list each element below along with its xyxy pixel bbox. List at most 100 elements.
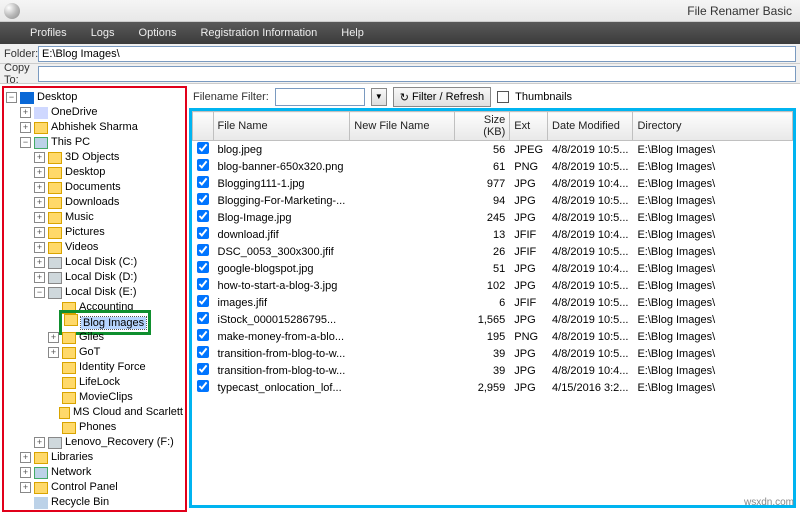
row-checkbox[interactable] [197,227,209,239]
row-checkbox[interactable] [197,244,209,256]
row-checkbox[interactable] [197,142,209,154]
table-row[interactable]: Blogging111-1.jpg977JPG4/8/2019 10:4...E… [193,175,793,192]
cell-size: 56 [455,141,510,159]
tree-ms-cloud[interactable]: MS Cloud and Scarlett [6,405,183,420]
col-size[interactable]: Size (KB) [455,112,510,141]
table-row[interactable]: typecast_onlocation_lof...2,959JPG4/15/2… [193,379,793,396]
folder-icon [62,377,76,389]
menu-help[interactable]: Help [341,27,364,39]
tree-videos[interactable]: +Videos [6,240,183,255]
cell-newfilename [350,311,455,328]
row-checkbox[interactable] [197,210,209,222]
row-checkbox[interactable] [197,295,209,307]
table-row[interactable]: how-to-start-a-blog-3.jpg102JPG4/8/2019 … [193,277,793,294]
row-checkbox[interactable] [197,278,209,290]
menu-registration[interactable]: Registration Information [200,27,317,39]
tree-libraries[interactable]: +Libraries [6,450,183,465]
row-checkbox[interactable] [197,176,209,188]
row-checkbox[interactable] [197,159,209,171]
cell-ext: JPG [510,260,548,277]
filename-filter-input[interactable] [275,88,365,106]
col-ext[interactable]: Ext [510,112,548,141]
menu-profiles[interactable]: Profiles [30,27,67,39]
col-filename[interactable]: File Name [213,112,350,141]
filter-refresh-button[interactable]: ↻Filter / Refresh [393,87,491,107]
folder-icon [48,197,62,209]
tree-lifelock[interactable]: LifeLock [6,375,183,390]
tree-3d-objects[interactable]: +3D Objects [6,150,183,165]
cell-dir: E:\Blog Images\ [633,226,793,243]
table-row[interactable]: iStock_000015286795...1,565JPG4/8/2019 1… [193,311,793,328]
app-logo-icon [4,3,20,19]
tree-onedrive[interactable]: +OneDrive [6,105,183,120]
col-dir[interactable]: Directory [633,112,793,141]
tree-downloads[interactable]: +Downloads [6,195,183,210]
row-checkbox[interactable] [197,363,209,375]
tree-giles[interactable]: +Giles [6,330,183,345]
tree-desktop[interactable]: −Desktop [6,90,183,105]
tree-desktop-folder[interactable]: +Desktop [6,165,183,180]
cell-size: 1,565 [455,311,510,328]
tree-control-panel[interactable]: +Control Panel [6,480,183,495]
cell-date: 4/8/2019 10:4... [548,260,633,277]
cell-ext: JPG [510,192,548,209]
tree-recycle-bin[interactable]: Recycle Bin [6,495,183,510]
table-row[interactable]: transition-from-blog-to-w...39JPG4/8/201… [193,362,793,379]
col-newfilename[interactable]: New File Name [350,112,455,141]
app-title: File Renamer Basic [687,4,792,18]
cell-dir: E:\Blog Images\ [633,345,793,362]
tree-got[interactable]: +GoT [6,345,183,360]
thumbnails-checkbox[interactable] [497,91,509,103]
row-checkbox[interactable] [197,193,209,205]
table-row[interactable]: Blogging-For-Marketing-...94JPG4/8/2019 … [193,192,793,209]
row-checkbox[interactable] [197,380,209,392]
copy-to-input[interactable] [38,66,796,82]
folder-input[interactable] [38,46,796,62]
cell-filename: typecast_onlocation_lof... [213,379,350,396]
tree-d-drive[interactable]: +Local Disk (D:) [6,270,183,285]
tree-user[interactable]: +Abhishek Sharma [6,120,183,135]
cell-date: 4/8/2019 10:5... [548,345,633,362]
row-checkbox[interactable] [197,329,209,341]
cell-dir: E:\Blog Images\ [633,328,793,345]
cell-filename: Blogging111-1.jpg [213,175,350,192]
tree-network[interactable]: +Network [6,465,183,480]
table-row[interactable]: blog.jpeg56JPEG4/8/2019 10:5...E:\Blog I… [193,141,793,159]
col-check[interactable] [193,112,214,141]
tree-this-pc[interactable]: −This PC [6,135,183,150]
table-row[interactable]: Blog-Image.jpg245JPG4/8/2019 10:5...E:\B… [193,209,793,226]
cell-ext: JFIF [510,294,548,311]
cloud-icon [34,107,48,119]
row-checkbox[interactable] [197,261,209,273]
cell-date: 4/8/2019 10:5... [548,294,633,311]
table-row[interactable]: images.jfif6JFIF4/8/2019 10:5...E:\Blog … [193,294,793,311]
cell-size: 51 [455,260,510,277]
tree-blog-images[interactable]: Blog Images [6,315,183,330]
cell-ext: PNG [510,158,548,175]
table-row[interactable]: DSC_0053_300x300.jfif26JFIF4/8/2019 10:5… [193,243,793,260]
cell-ext: JPG [510,209,548,226]
table-row[interactable]: blog-banner-650x320.png61PNG4/8/2019 10:… [193,158,793,175]
table-row[interactable]: make-money-from-a-blo...195PNG4/8/2019 1… [193,328,793,345]
tree-phones[interactable]: Phones [6,420,183,435]
tree-music[interactable]: +Music [6,210,183,225]
table-row[interactable]: google-blogspot.jpg51JPG4/8/2019 10:4...… [193,260,793,277]
col-date[interactable]: Date Modified [548,112,633,141]
cell-ext: JPG [510,175,548,192]
cell-filename: transition-from-blog-to-w... [213,362,350,379]
menu-logs[interactable]: Logs [91,27,115,39]
cell-dir: E:\Blog Images\ [633,362,793,379]
table-row[interactable]: transition-from-blog-to-w...39JPG4/8/201… [193,345,793,362]
tree-c-drive[interactable]: +Local Disk (C:) [6,255,183,270]
tree-movieclips[interactable]: MovieClips [6,390,183,405]
menu-options[interactable]: Options [139,27,177,39]
row-checkbox[interactable] [197,346,209,358]
tree-e-drive[interactable]: −Local Disk (E:) [6,285,183,300]
row-checkbox[interactable] [197,312,209,324]
filter-dropdown[interactable]: ▼ [371,88,387,106]
tree-lenovo-recovery[interactable]: +Lenovo_Recovery (F:) [6,435,183,450]
tree-documents[interactable]: +Documents [6,180,183,195]
table-row[interactable]: download.jfif13JFIF4/8/2019 10:4...E:\Bl… [193,226,793,243]
tree-pictures[interactable]: +Pictures [6,225,183,240]
tree-identity-force[interactable]: Identity Force [6,360,183,375]
